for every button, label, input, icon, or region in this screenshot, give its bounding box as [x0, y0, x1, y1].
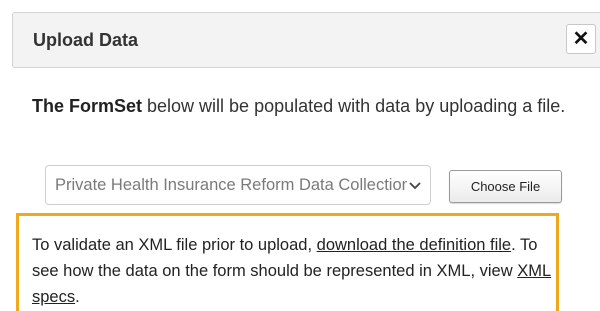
dialog-title: Upload Data — [33, 30, 139, 50]
formset-select-value: Private Health Insurance Reform Data Col… — [55, 176, 407, 194]
download-definition-link[interactable]: download the definition file — [317, 236, 511, 254]
choose-file-button[interactable]: Choose File — [449, 170, 562, 203]
info-text-1: To validate an XML file prior to upload, — [32, 236, 317, 254]
xml-info-box: To validate an XML file prior to upload,… — [16, 213, 559, 311]
formset-label: The FormSet — [32, 96, 143, 116]
chevron-down-icon — [409, 182, 421, 190]
close-icon: ✕ — [572, 28, 590, 50]
formset-select[interactable]: Private Health Insurance Reform Data Col… — [45, 165, 431, 205]
upload-data-dialog: Upload Data ✕ The FormSet below will be … — [0, 0, 600, 311]
intro-text: The FormSet below will be populated with… — [32, 92, 588, 120]
info-text-3: . — [75, 288, 80, 306]
dialog-titlebar: Upload Data — [12, 12, 600, 68]
intro-description: below will be populated with data by upl… — [142, 96, 566, 116]
close-button[interactable]: ✕ — [566, 24, 596, 54]
